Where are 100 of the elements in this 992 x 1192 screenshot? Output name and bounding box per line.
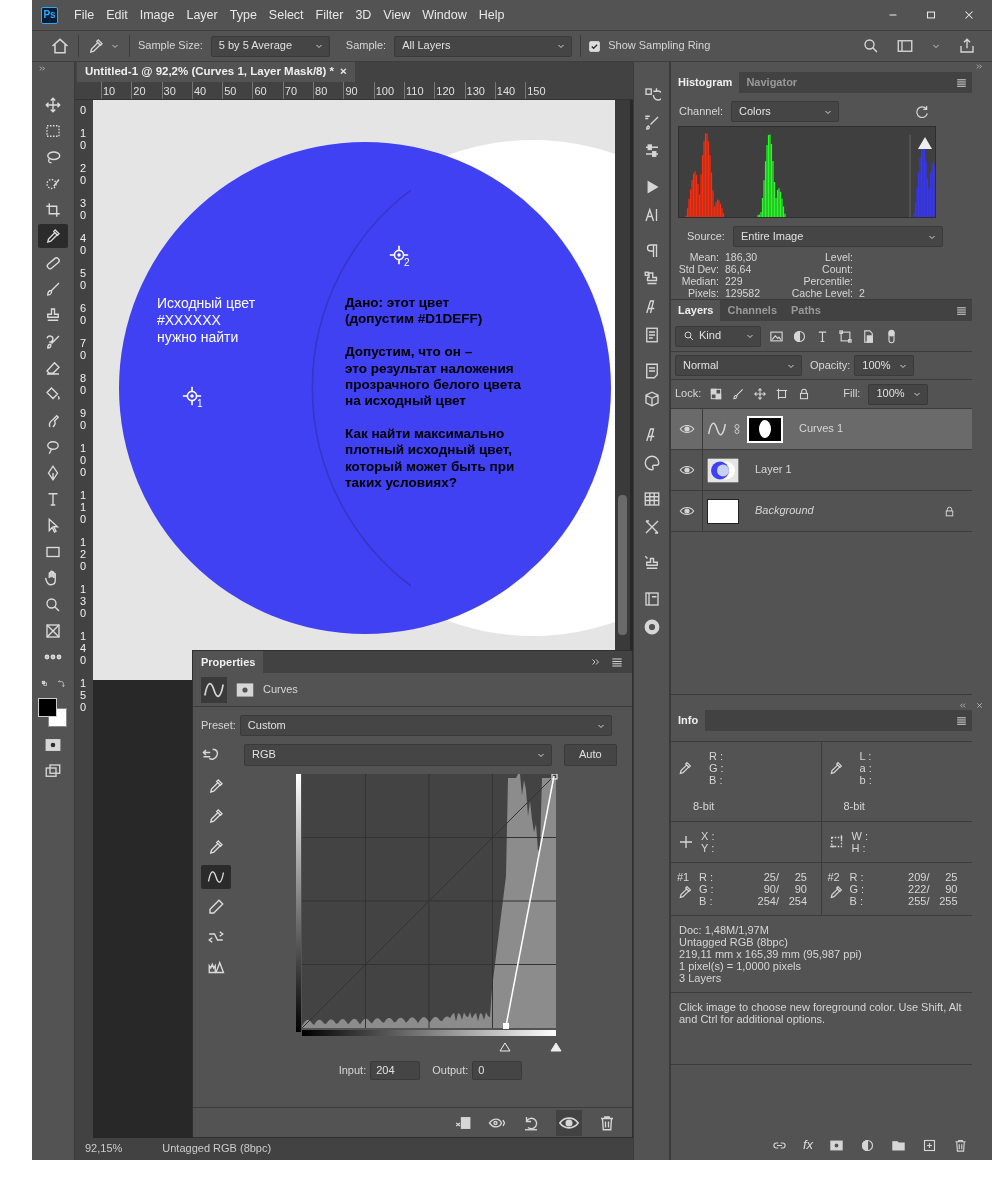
control-point[interactable]	[551, 774, 558, 780]
menu-item[interactable]: 3D	[349, 7, 378, 23]
layer-row[interactable]: Curves 1	[671, 408, 972, 449]
panel-tab[interactable]: Layers	[671, 300, 721, 321]
auto-button[interactable]: Auto	[564, 744, 617, 766]
menu-item[interactable]: Window	[416, 7, 473, 23]
lock-pixels-icon[interactable]	[709, 387, 724, 401]
adjustment-filter-icon[interactable]	[792, 328, 807, 344]
panel-menu-icon[interactable]	[955, 76, 968, 89]
tool-button[interactable]	[38, 224, 68, 249]
info-value: 255/	[907, 895, 930, 908]
checkbox[interactable]	[589, 40, 601, 52]
menu-item[interactable]: Select	[262, 7, 310, 23]
channel-dropdown[interactable]: RGB	[244, 744, 552, 766]
brush-settings-icon[interactable]	[642, 114, 661, 132]
shape-filter-icon[interactable]	[838, 328, 853, 344]
blend-mode-dropdown[interactable]: Normal	[675, 355, 802, 376]
cube-icon[interactable]	[642, 390, 661, 408]
curves-graph[interactable]	[301, 774, 557, 1029]
channel-dropdown[interactable]: Colors	[731, 101, 840, 122]
menu-item[interactable]: Help	[472, 7, 511, 23]
info-label: X :	[701, 830, 715, 843]
pixel-filter-icon[interactable]	[769, 328, 784, 344]
panel-tab[interactable]: Histogram	[671, 72, 740, 93]
adjustment-layer-icon[interactable]	[860, 1137, 875, 1153]
menu-item[interactable]: Edit	[100, 7, 134, 23]
workspace-icon[interactable]	[896, 37, 914, 55]
lock-paint-icon[interactable]	[731, 387, 746, 401]
grid-icon[interactable]	[642, 490, 661, 508]
history-icon[interactable]	[642, 86, 661, 104]
panel-tab[interactable]: Navigator	[739, 72, 805, 93]
color-swatches[interactable]	[38, 697, 68, 728]
collapse-icon[interactable]	[958, 701, 967, 710]
palette-icon[interactable]	[642, 454, 661, 472]
home-icon[interactable]	[50, 36, 70, 56]
document-tab[interactable]: Untitled-1 @ 92,2% (Curves 1, Layer Mask/8) * ×	[77, 62, 355, 82]
layer-name[interactable]: Layer 1	[755, 463, 792, 477]
panel-menu-icon[interactable]	[610, 655, 624, 669]
expand-icon[interactable]	[37, 64, 47, 73]
menu-item[interactable]: Layer	[180, 7, 224, 23]
color-sampler-icon[interactable]	[181, 385, 203, 407]
menu-item[interactable]: File	[68, 7, 101, 23]
maximize-icon[interactable]	[924, 8, 938, 22]
zoom-level[interactable]: 92,15%	[85, 1142, 123, 1156]
close-icon[interactable]	[975, 701, 984, 710]
sample-size-dropdown[interactable]: 5 by 5 Average	[210, 35, 330, 57]
swap-colors-icon[interactable]	[55, 679, 65, 690]
search-icon[interactable]	[862, 37, 880, 55]
opacity-dropdown[interactable]: 100%	[854, 355, 915, 376]
menu-item[interactable]: Type	[223, 7, 263, 23]
fx-button[interactable]: fx	[802, 1137, 813, 1153]
panel-tab[interactable]: Properties	[193, 651, 264, 673]
collapse-icon[interactable]	[590, 656, 602, 668]
expand-icon[interactable]	[975, 62, 984, 71]
eyedropper-icon[interactable]	[87, 37, 105, 55]
trash-icon[interactable]	[598, 1113, 616, 1132]
bit-depth: 8-bit	[843, 800, 866, 814]
menu-item[interactable]: Filter	[309, 7, 350, 23]
ruler-label: 40	[191, 82, 223, 99]
menu-item[interactable]: View	[377, 7, 417, 23]
circle-icon[interactable]	[642, 618, 661, 636]
input-field[interactable]: 204	[370, 1061, 421, 1081]
tab-close[interactable]: ×	[340, 65, 347, 79]
ruler-label: 60	[252, 82, 283, 99]
add-mask-icon[interactable]	[829, 1137, 844, 1153]
share-icon[interactable]	[958, 37, 976, 55]
panel-tab[interactable]: Channels	[720, 300, 784, 321]
panel-menu-icon[interactable]	[955, 304, 968, 317]
sample-dropdown[interactable]: All Layers	[394, 35, 573, 57]
layer-row[interactable]: Layer 1	[671, 449, 972, 490]
panel-tab[interactable]: Info	[671, 710, 706, 731]
fill-dropdown[interactable]: 100%	[868, 383, 929, 405]
scrollbar-thumb[interactable]	[618, 495, 627, 635]
lock-position-icon[interactable]	[753, 387, 768, 401]
panel-tab[interactable]: Paths	[784, 300, 828, 321]
lock-artboard-icon[interactable]	[775, 387, 790, 401]
library-icon[interactable]	[642, 590, 661, 608]
curves-adjustment-icon[interactable]	[201, 676, 227, 703]
preset-dropdown[interactable]: Custom	[239, 715, 612, 736]
refresh-icon[interactable]	[914, 103, 930, 120]
stamp-icon[interactable]	[642, 554, 661, 572]
source-dropdown[interactable]: Entire Image	[732, 226, 943, 247]
slider-handle[interactable]	[550, 1042, 562, 1052]
panel-menu-icon[interactable]	[955, 714, 968, 727]
canvas[interactable]	[93, 100, 615, 680]
smart-object-filter-icon[interactable]	[861, 328, 876, 344]
trash-icon[interactable]	[953, 1137, 968, 1153]
slider-handle[interactable]	[499, 1042, 512, 1052]
visibility-icon[interactable]	[556, 1109, 582, 1136]
layer-row[interactable]: Background	[671, 490, 972, 531]
ruler-label: 130	[80, 583, 88, 619]
filter-dropdown[interactable]: Kind	[675, 325, 761, 347]
screen-mode-icon[interactable]	[44, 761, 62, 780]
color-sampler-icon[interactable]	[388, 244, 410, 266]
new-layer-icon[interactable]	[922, 1137, 937, 1153]
curve-tool-button[interactable]	[201, 864, 231, 889]
layer-name[interactable]: Curves 1	[799, 422, 844, 436]
output-field[interactable]: 0	[472, 1061, 523, 1081]
layer-name[interactable]: Background	[755, 504, 814, 518]
menu-item[interactable]: Image	[133, 7, 181, 23]
